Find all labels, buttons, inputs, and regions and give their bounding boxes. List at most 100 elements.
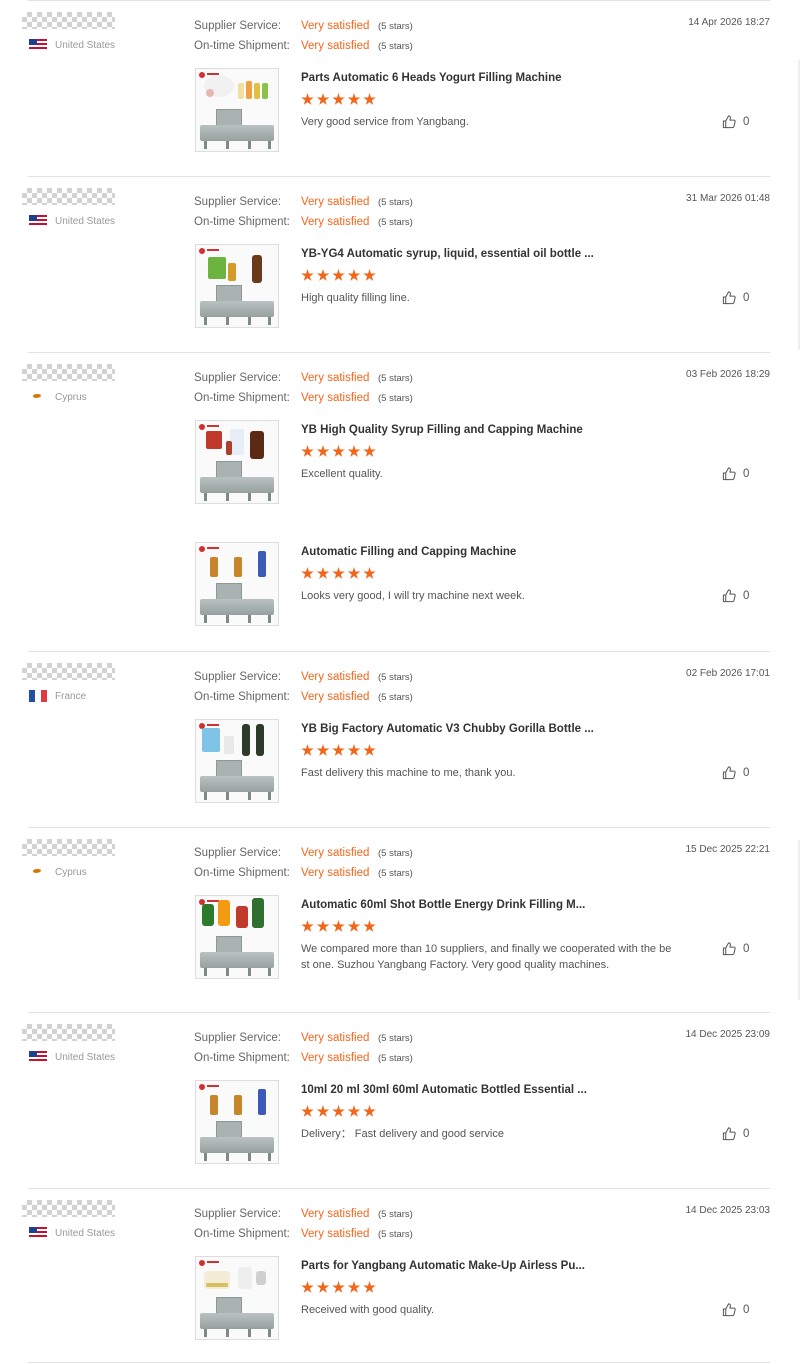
product-bottle: [206, 431, 222, 449]
machine-leg: [248, 317, 251, 325]
thumbs-up-icon: [722, 942, 736, 956]
brand-logo-text: [207, 249, 219, 251]
product-bottle: [202, 904, 214, 926]
machine-leg: [226, 141, 229, 149]
product-thumbnail[interactable]: [195, 895, 279, 979]
star-icon: [363, 920, 376, 932]
product-title[interactable]: Automatic 60ml Shot Bottle Energy Drink …: [301, 899, 585, 911]
rating-label: Supplier Service:: [194, 20, 281, 32]
rating-label: On-time Shipment:: [194, 40, 290, 52]
product-title[interactable]: YB Big Factory Automatic V3 Chubby Goril…: [301, 723, 594, 735]
product-bottle: [238, 1267, 252, 1289]
thumbs-up-icon: [722, 467, 736, 481]
rating-stars-text: (5 stars): [378, 40, 413, 52]
star-icon: [301, 1105, 314, 1117]
review-date: 02 Feb 2026 17:01: [686, 668, 770, 679]
product-title[interactable]: YB-YG4 Automatic syrup, liquid, essentia…: [301, 248, 594, 260]
product-title[interactable]: YB High Quality Syrup Filling and Cappin…: [301, 424, 583, 436]
like-button[interactable]: 0: [722, 1302, 749, 1317]
star-icon: [316, 1281, 330, 1293]
product-bottle: [206, 89, 214, 97]
product-star-rating: [301, 1105, 379, 1118]
product-bottle: [254, 83, 260, 99]
star-icon: [301, 269, 314, 281]
supplier-service-rating: Supplier Service: Very satisfied (5 stars): [194, 1206, 413, 1222]
product-star-rating: [301, 567, 379, 580]
review-comment: We compared more than 10 suppliers, and …: [301, 943, 672, 971]
machine-leg: [226, 792, 229, 800]
rating-value: Very satisfied: [301, 671, 370, 683]
machine-leg: [268, 141, 271, 149]
review-date: 31 Mar 2026 01:48: [686, 193, 770, 204]
review-item: Cyprus Supplier Service: Very satisfied (5 …: [0, 827, 800, 1012]
product-thumbnail[interactable]: [195, 1256, 279, 1340]
like-button[interactable]: 0: [722, 1126, 749, 1141]
filling-machine: [200, 1137, 274, 1153]
product-thumbnail[interactable]: [195, 542, 279, 626]
rating-stars-text: (5 stars): [378, 1208, 413, 1220]
machine-leg: [268, 615, 271, 623]
product-bottle: [242, 724, 250, 756]
product-bottle: [208, 257, 226, 279]
like-button[interactable]: 0: [722, 765, 749, 780]
product-title[interactable]: 10ml 20 ml 30ml 60ml Automatic Bottled E…: [301, 1084, 587, 1096]
brand-logo-icon: [199, 1084, 205, 1090]
like-button[interactable]: 0: [722, 466, 749, 481]
product-bottle: [250, 431, 264, 459]
machine-leg: [204, 1153, 207, 1161]
reviewer-country: United States: [29, 1226, 115, 1240]
like-button[interactable]: 0: [722, 588, 749, 603]
star-icon: [363, 567, 376, 579]
product-thumbnail[interactable]: [195, 68, 279, 152]
product-thumbnail[interactable]: [195, 719, 279, 803]
review-comment: Received with good quality.: [301, 1304, 435, 1316]
rating-value: Very satisfied: [301, 1032, 370, 1044]
rating-stars-text: (5 stars): [378, 392, 413, 404]
on-time-shipment-rating: On-time Shipment: Very satisfied (5 stars): [194, 689, 413, 705]
rating-stars-text: (5 stars): [378, 1052, 413, 1064]
like-button[interactable]: 0: [722, 941, 749, 956]
product-title[interactable]: Automatic Filling and Capping Machine: [301, 546, 516, 558]
machine-leg: [248, 1153, 251, 1161]
reviewer-avatar-masked: [22, 188, 115, 205]
rating-label: Supplier Service:: [194, 196, 281, 208]
reviewer-avatar-masked: [22, 839, 115, 856]
rating-value: Very satisfied: [301, 372, 370, 384]
rating-stars-text: (5 stars): [378, 691, 413, 703]
rating-value: Very satisfied: [301, 847, 370, 859]
review-date: 14 Apr 2026 18:27: [688, 17, 770, 28]
machine-leg: [204, 615, 207, 623]
rating-stars-text: (5 stars): [378, 372, 413, 384]
machine-leg: [268, 792, 271, 800]
star-icon: [316, 93, 330, 105]
review-divider: [28, 1362, 770, 1363]
product-thumbnail[interactable]: [195, 244, 279, 328]
star-icon: [316, 920, 330, 932]
like-button[interactable]: 0: [722, 114, 749, 129]
like-button[interactable]: 0: [722, 290, 749, 305]
star-icon: [316, 445, 330, 457]
machine-leg: [226, 968, 229, 976]
reviewer-avatar-masked: [22, 1200, 115, 1217]
rating-stars-text: (5 stars): [378, 1228, 413, 1240]
like-count: 0: [743, 766, 750, 779]
product-title[interactable]: Parts Automatic 6 Heads Yogurt Filling M…: [301, 72, 562, 84]
country-name: United States: [55, 39, 116, 51]
star-icon: [347, 744, 361, 756]
rating-value: Very satisfied: [301, 1052, 370, 1064]
product-thumbnail[interactable]: [195, 420, 279, 504]
machine-leg: [268, 493, 271, 501]
machine-leg: [226, 615, 229, 623]
star-icon: [363, 93, 376, 105]
product-star-rating: [301, 744, 379, 757]
review-product: YB High Quality Syrup Filling and Cappin…: [0, 420, 800, 504]
product-title[interactable]: Parts for Yangbang Automatic Make-Up Air…: [301, 1260, 585, 1272]
product-thumbnail[interactable]: [195, 1080, 279, 1164]
rating-value: Very satisfied: [301, 691, 370, 703]
rating-stars-text: (5 stars): [378, 671, 413, 683]
product-bottle: [226, 441, 232, 455]
star-icon: [301, 744, 314, 756]
like-count: 0: [743, 115, 750, 128]
rating-stars-text: (5 stars): [378, 20, 413, 32]
supplier-service-rating: Supplier Service: Very satisfied (5 stars): [194, 18, 413, 34]
